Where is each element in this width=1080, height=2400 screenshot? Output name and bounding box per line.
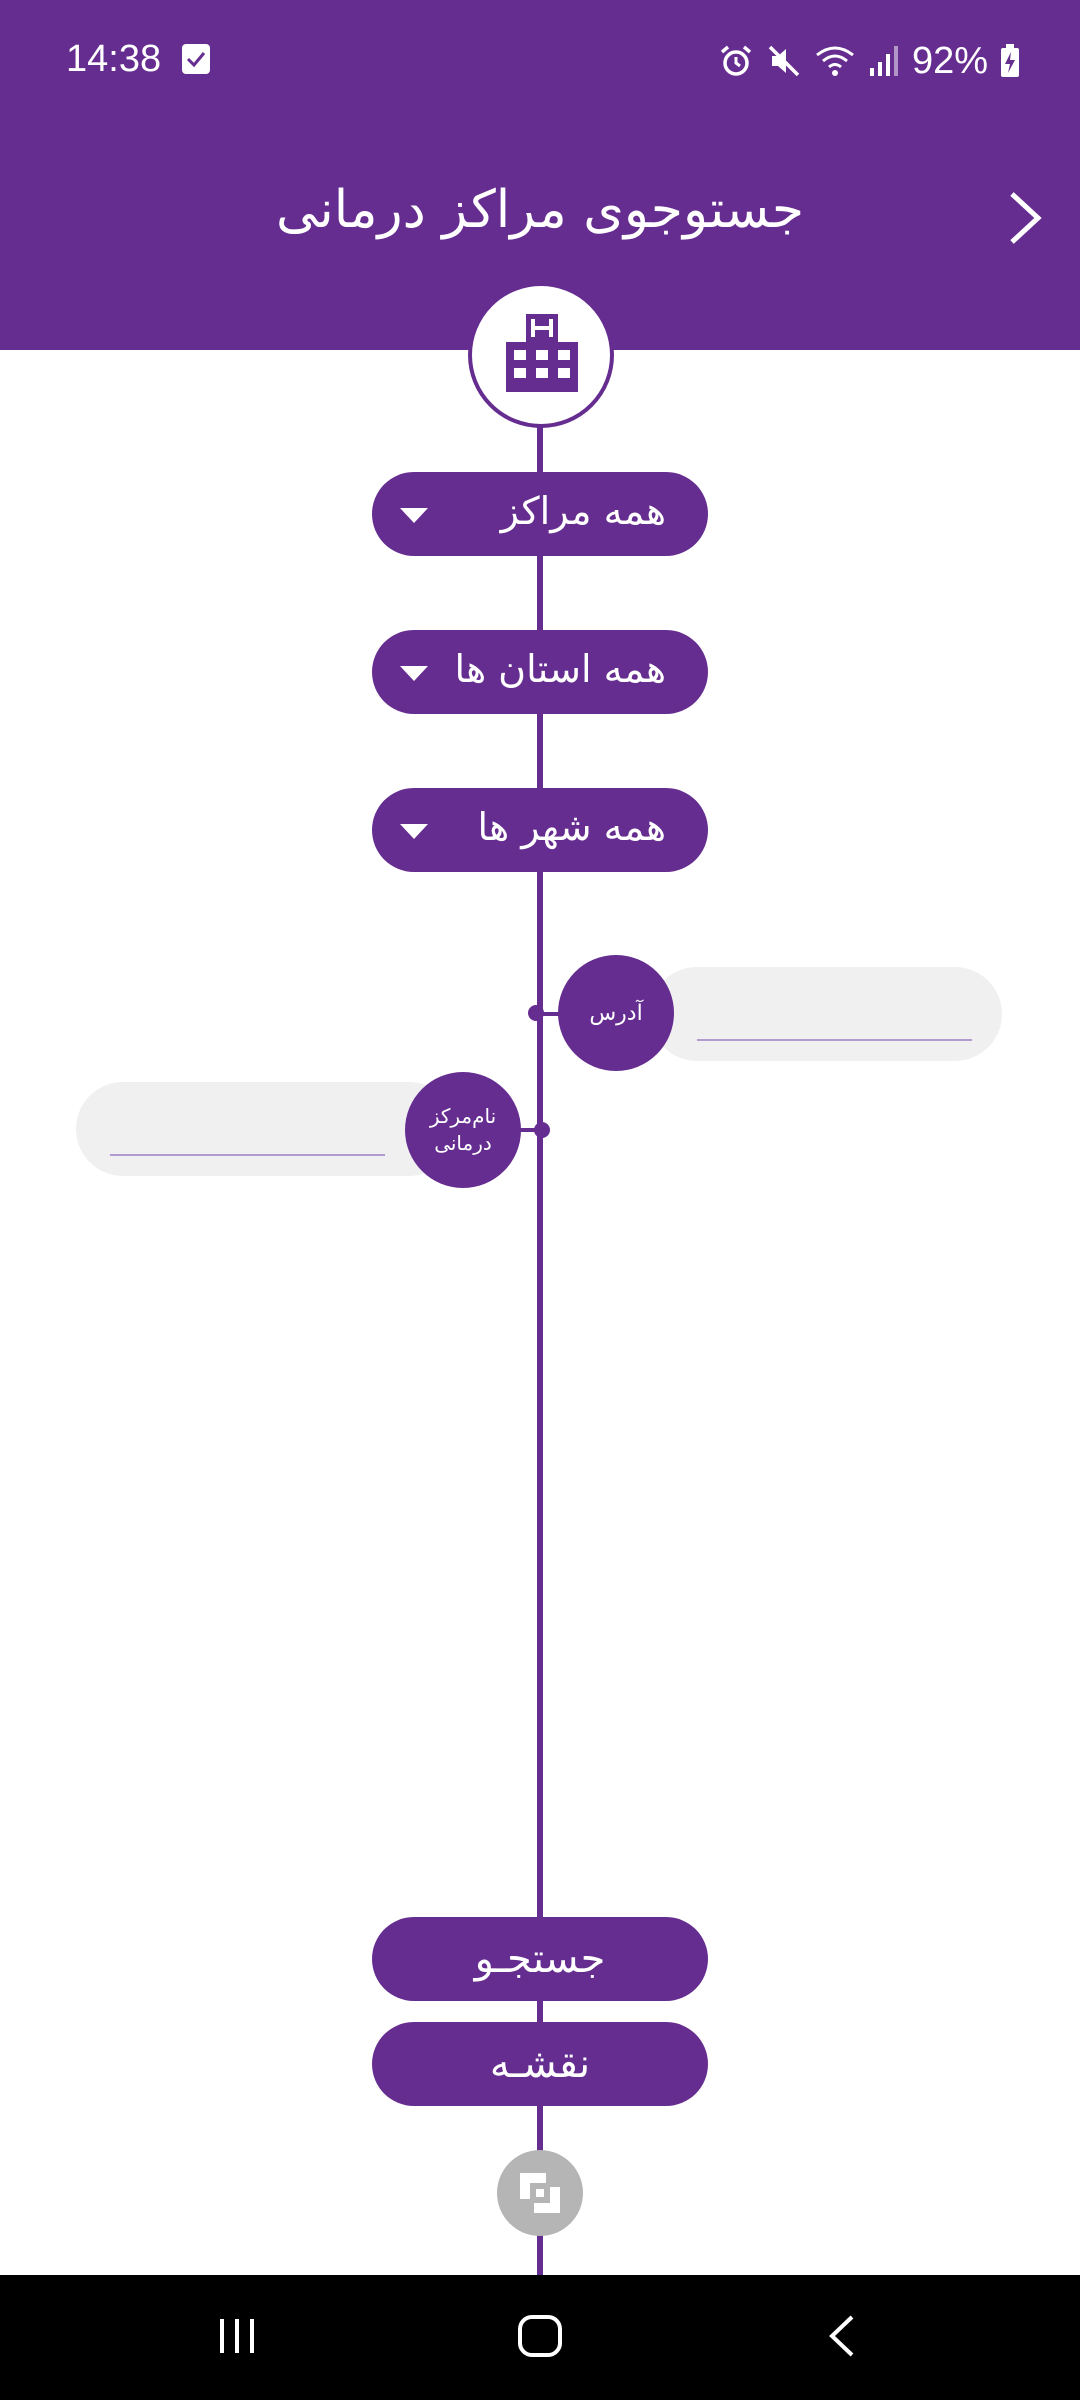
address-field[interactable]: [650, 967, 1002, 1061]
address-input-underline: [697, 1039, 972, 1041]
dropdown-caret-icon: [400, 666, 428, 681]
mute-icon: [768, 45, 800, 77]
province-dropdown[interactable]: همه استان ها: [372, 630, 708, 714]
alarm-icon: [720, 45, 752, 76]
center-name-label: نام‌مرکز درمانی: [429, 1104, 497, 1155]
dropdown-caret-icon: [400, 824, 428, 839]
address-label: آدرس: [589, 1000, 643, 1026]
city-dropdown[interactable]: همه شهر ها: [372, 788, 708, 872]
address-label-badge: آدرس: [558, 955, 674, 1071]
center-name-node-dot: [534, 1122, 550, 1138]
status-icons: 92%: [718, 38, 1020, 84]
wifi-icon: [816, 46, 854, 76]
home-icon[interactable]: [515, 2313, 565, 2363]
center-type-dropdown[interactable]: همه مراکز: [372, 472, 708, 556]
search-button[interactable]: جستجـو: [372, 1917, 708, 2001]
bank-logo-icon: [520, 2173, 560, 2213]
province-label: همه استان ها: [454, 647, 666, 691]
center-name-field[interactable]: [76, 1082, 456, 1176]
battery-percent: 92%: [911, 39, 988, 82]
map-button[interactable]: نقشـه: [372, 2022, 708, 2106]
battery-charging-icon: [1001, 44, 1019, 77]
nav-back-icon[interactable]: [822, 2313, 862, 2363]
signal-icon: [869, 46, 898, 76]
center-type-label: همه مراکز: [500, 489, 666, 533]
center-name-input-underline: [110, 1154, 385, 1156]
hospital-badge: [468, 282, 614, 428]
bank-logo: [497, 2150, 583, 2236]
checkbox-notification-icon: [182, 44, 210, 74]
city-label: همه شهر ها: [477, 805, 666, 849]
system-navigation-bar: [0, 2275, 1080, 2400]
center-name-label-badge: نام‌مرکز درمانی: [405, 1072, 521, 1188]
address-node-dot: [528, 1005, 544, 1021]
page-title: جستوجوی مراکز درمانی: [275, 180, 805, 240]
status-time: 14:38: [66, 38, 162, 80]
hospital-icon: [506, 314, 578, 392]
dropdown-caret-icon: [400, 508, 428, 523]
recent-apps-icon[interactable]: [216, 2313, 258, 2363]
